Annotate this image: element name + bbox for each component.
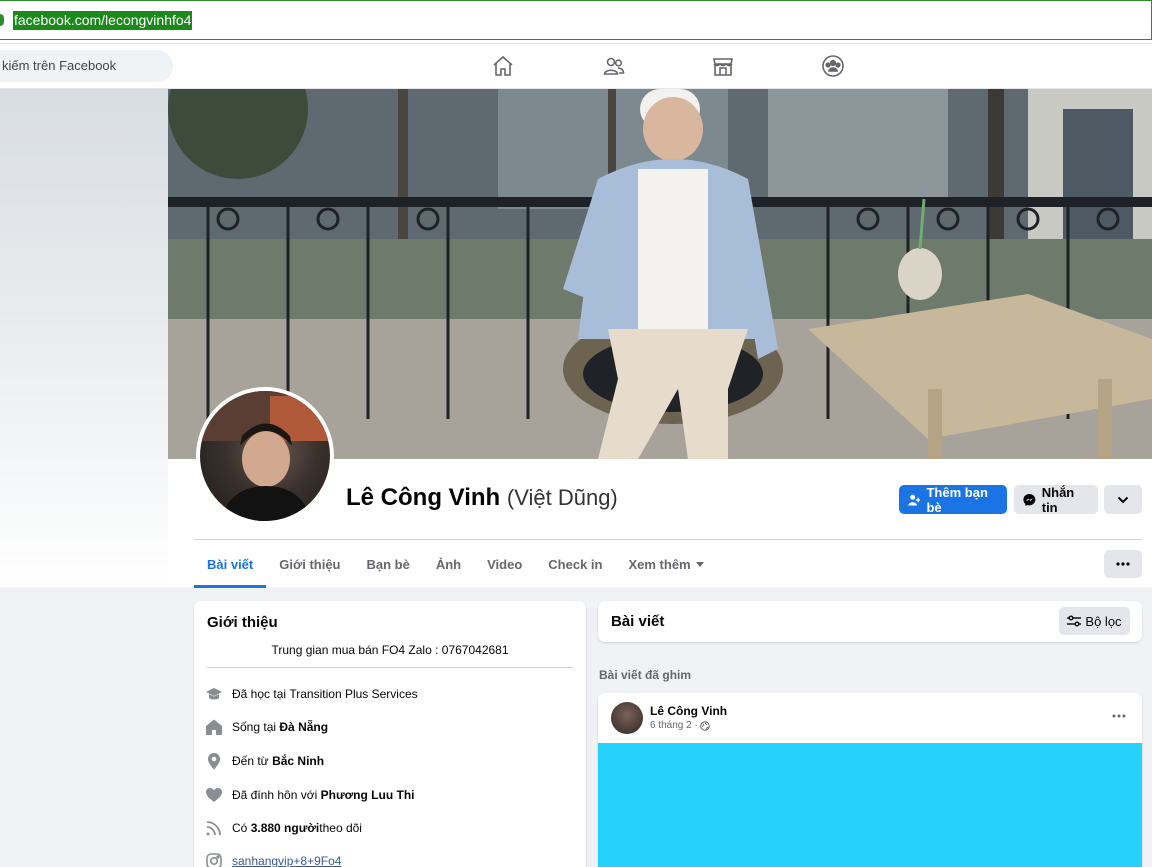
from-value[interactable]: Bắc Ninh (272, 754, 324, 768)
intro-lives-in: Sống tại Đà Nẵng (205, 718, 328, 736)
posts-title: Bài viết (611, 613, 665, 630)
instagram-link[interactable]: sanhangvip+8+9Fo4 (232, 854, 341, 867)
intro-relationship: Đã đính hôn với Phương Luu Thi (205, 786, 414, 804)
location-pin-icon (205, 752, 223, 770)
profile-header-divider (194, 539, 1142, 540)
post-meta: 6 tháng 2 · (650, 720, 710, 731)
cover-photo[interactable] (168, 89, 1152, 459)
more-dots-icon (1112, 714, 1126, 718)
followers-prefix: Có (232, 821, 248, 835)
messenger-icon (1023, 493, 1036, 506)
heart-icon (205, 786, 223, 804)
profile-tabs: Bài viết Giới thiệu Bạn bè Ảnh Video Che… (194, 548, 717, 588)
followers-suffix: theo dõi (319, 821, 362, 835)
filter-button[interactable]: Bộ lọc (1059, 607, 1130, 635)
instagram-icon (205, 852, 223, 867)
education-value[interactable]: Transition Plus Services (289, 687, 417, 701)
caret-down-icon (695, 562, 704, 567)
lives-prefix: Sống tại (232, 720, 277, 734)
left-gradient-panel (0, 89, 168, 587)
url-text[interactable]: facebook.com/lecongvinhfo4 (13, 11, 193, 30)
followers-value[interactable]: 3.880 người (251, 821, 320, 835)
friends-icon[interactable] (602, 54, 626, 78)
engaged-value[interactable]: Phương Luu Thi (321, 788, 415, 802)
profile-name-text: Lê Công Vinh (346, 484, 501, 511)
tab-photos[interactable]: Ảnh (423, 548, 474, 581)
post-author-avatar[interactable] (611, 702, 643, 734)
sliders-icon (1067, 615, 1082, 627)
intro-bio: Trung gian mua bán FO4 Zalo : 0767042681 (271, 643, 509, 657)
profile-avatar[interactable] (196, 387, 334, 525)
site-info-icon[interactable] (0, 14, 4, 26)
marketplace-icon[interactable] (711, 54, 735, 78)
lives-value[interactable]: Đà Nẵng (279, 720, 328, 734)
post-image[interactable] (598, 743, 1142, 867)
intro-title: Giới thiệu (207, 614, 278, 631)
filter-label: Bộ lọc (1085, 613, 1122, 629)
home-icon[interactable] (491, 54, 515, 78)
tabs-overflow-button[interactable] (1104, 550, 1142, 578)
graduation-cap-icon (205, 685, 223, 703)
profile-name: Lê Công Vinh (Việt Dũng) (346, 484, 618, 512)
posts-header-card: Bài viết Bộ lọc (598, 601, 1142, 642)
house-icon (205, 718, 223, 736)
message-button[interactable]: Nhắn tin (1014, 484, 1098, 515)
engaged-prefix: Đã đính hôn với (232, 788, 318, 802)
from-prefix: Đến từ (232, 754, 269, 768)
more-dots-icon (1116, 562, 1130, 566)
intro-from: Đến từ Bắc Ninh (205, 752, 324, 770)
intro-education: Đã học tại Transition Plus Services (205, 685, 418, 703)
intro-instagram: sanhangvip+8+9Fo4 (205, 852, 341, 867)
tab-more-label: Xem thêm (628, 557, 691, 572)
pinned-posts-label: Bài viết đã ghim (599, 668, 692, 682)
globe-icon (700, 720, 710, 731)
tab-more[interactable]: Xem thêm (615, 548, 716, 581)
facebook-top-nav: kiếm trên Facebook (0, 44, 1152, 89)
tab-posts[interactable]: Bài viết (194, 548, 267, 588)
tab-friends[interactable]: Bạn bè (354, 548, 423, 581)
add-friend-button[interactable]: Thêm bạn bè (899, 484, 1007, 515)
tab-check-ins[interactable]: Check in (535, 548, 615, 581)
add-friend-icon (908, 494, 921, 505)
profile-alt-name: (Việt Dũng) (506, 485, 618, 510)
add-friend-label: Thêm bạn bè (926, 484, 988, 515)
search-input[interactable]: kiếm trên Facebook (0, 50, 173, 82)
tab-videos[interactable]: Video (474, 548, 535, 581)
address-bar[interactable]: facebook.com/lecongvinhfo4 (0, 0, 1152, 40)
message-label: Nhắn tin (1041, 484, 1075, 515)
tab-about[interactable]: Giới thiệu (266, 548, 353, 581)
rss-icon (205, 819, 223, 837)
avatar-illustration (200, 391, 330, 521)
profile-more-button[interactable] (1104, 485, 1142, 514)
intro-divider (207, 667, 573, 668)
post-time[interactable]: 6 tháng 2 · (650, 720, 698, 731)
chevron-down-icon (1117, 496, 1129, 503)
cover-photo-illustration (168, 89, 1152, 459)
intro-followers: Có 3.880 người theo dõi (205, 819, 362, 837)
education-prefix: Đã học tại (232, 687, 287, 701)
pinned-post: Lê Công Vinh 6 tháng 2 · (598, 693, 1142, 867)
groups-icon[interactable] (821, 54, 845, 78)
post-author-name[interactable]: Lê Công Vinh (650, 704, 727, 718)
intro-card: Giới thiệu Trung gian mua bán FO4 Zalo :… (194, 601, 586, 867)
post-options-button[interactable] (1112, 705, 1126, 723)
